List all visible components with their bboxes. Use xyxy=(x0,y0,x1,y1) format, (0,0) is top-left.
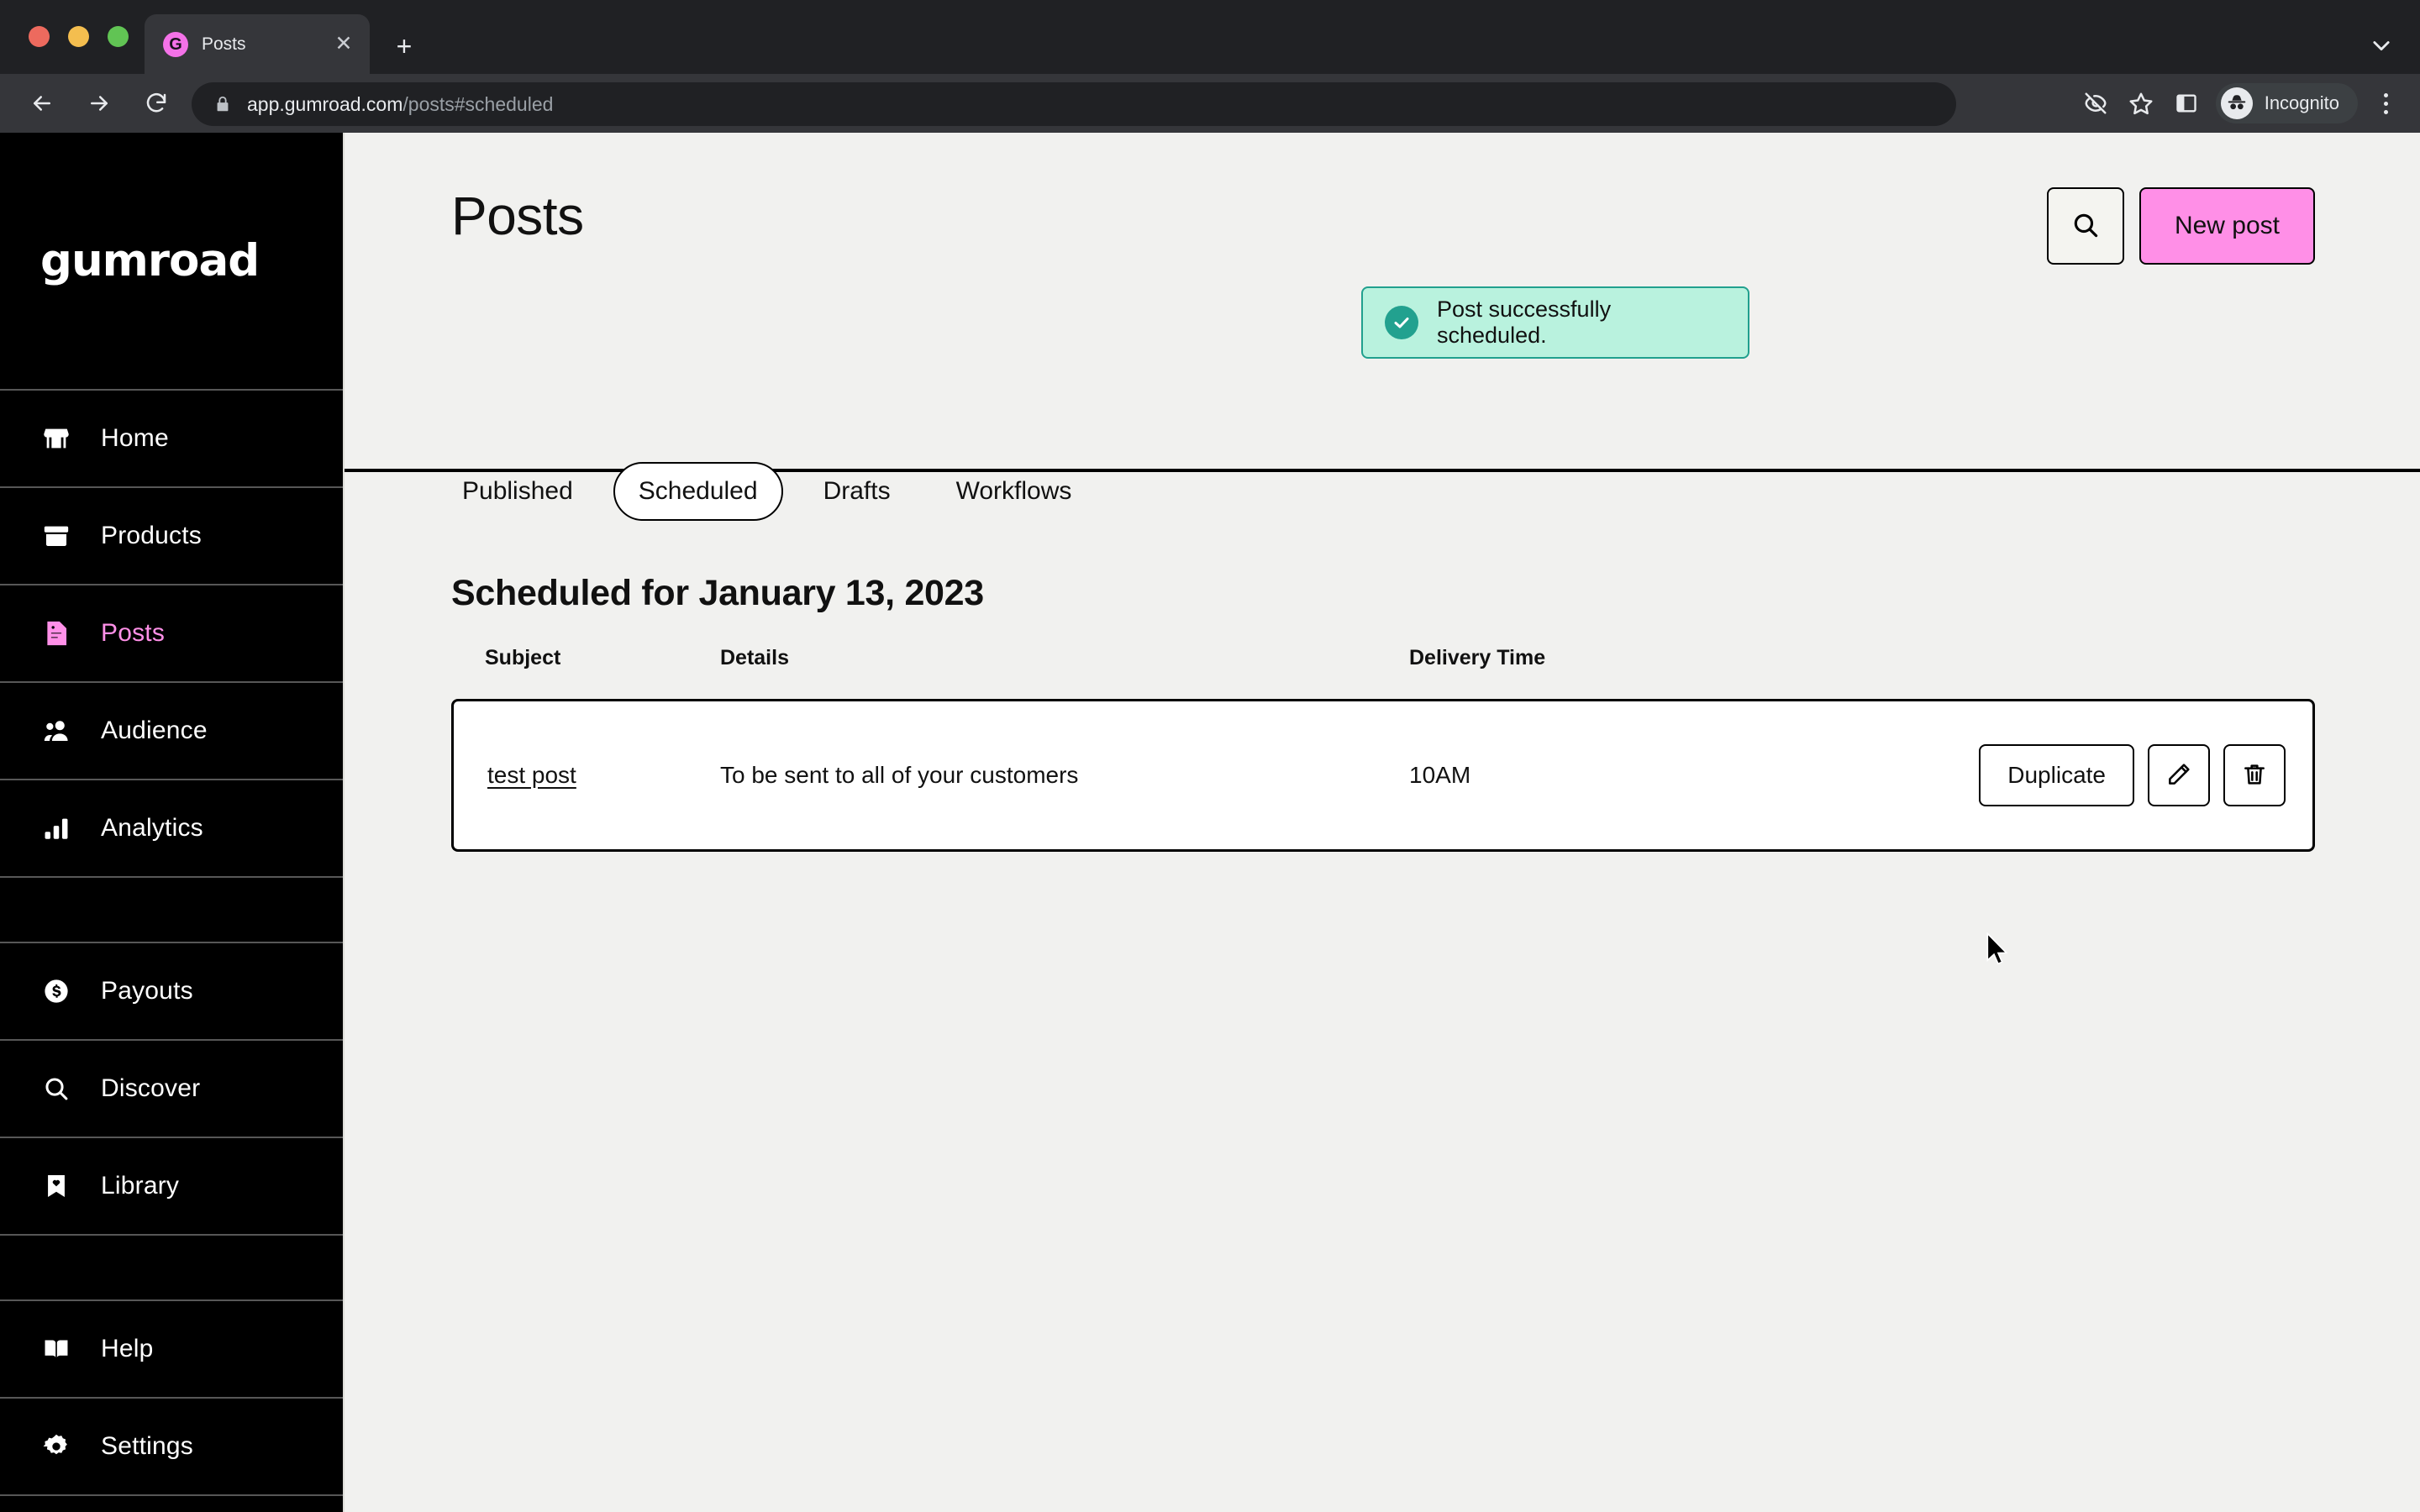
gumroad-wordmark: gumroad xyxy=(40,235,260,286)
sidebar-item-discover[interactable]: Discover xyxy=(0,1041,343,1138)
cell-delivery-time: 10AM xyxy=(1409,699,1762,852)
trash-icon xyxy=(2241,761,2268,790)
eye-off-icon[interactable] xyxy=(2075,82,2117,124)
cell-subject: test post xyxy=(451,699,720,852)
posts-table-wrapper: Subject Details Delivery Time test post … xyxy=(451,646,2315,852)
column-header-subject: Subject xyxy=(485,646,561,669)
sidebar-item-label: Products xyxy=(101,522,202,549)
row-actions: Duplicate xyxy=(1762,744,2286,806)
gumroad-favicon-icon: G xyxy=(163,31,188,57)
maximize-window-button[interactable] xyxy=(108,26,129,47)
page-body: gumroad Home Products Posts Audience Ana… xyxy=(0,133,2420,1512)
sidebar-item-analytics[interactable]: Analytics xyxy=(0,780,343,878)
column-header-actions xyxy=(1762,646,2315,699)
new-post-button[interactable]: New post xyxy=(2139,187,2315,265)
kebab-menu-icon[interactable] xyxy=(2366,82,2405,124)
minimize-window-button[interactable] xyxy=(68,26,89,47)
document-icon xyxy=(40,617,72,649)
sidebar-item-label: Posts xyxy=(101,619,166,647)
profile-label: Incognito xyxy=(2264,92,2339,113)
post-subject-link[interactable]: test post xyxy=(487,762,576,788)
edit-button[interactable] xyxy=(2148,744,2210,806)
browser-toolbar-right: Incognito xyxy=(2075,74,2405,133)
address-bar[interactable]: app.gumroad.com/posts#scheduled xyxy=(192,82,1956,126)
star-icon[interactable] xyxy=(2120,82,2162,124)
bar-chart-icon xyxy=(40,812,72,844)
book-icon xyxy=(40,1333,72,1365)
side-panel-icon[interactable] xyxy=(2165,82,2207,124)
dollar-coin-icon xyxy=(40,975,72,1007)
browser-tab-title: Posts xyxy=(202,34,246,54)
sidebar-item-posts[interactable]: Posts xyxy=(0,585,343,683)
toast-notification: Post successfully scheduled. xyxy=(1361,286,1749,359)
browser-tabstrip: G Posts ✕ + xyxy=(0,0,2420,74)
sidebar-divider-1 xyxy=(0,878,343,943)
sidebar-item-library[interactable]: Library xyxy=(0,1138,343,1236)
duplicate-button[interactable]: Duplicate xyxy=(1979,744,2134,806)
section-title: Scheduled for January 13, 2023 xyxy=(451,573,984,613)
chevron-down-icon[interactable] xyxy=(2363,27,2400,64)
sidebar-divider-2 xyxy=(0,1236,343,1301)
sidebar-item-label: Help xyxy=(101,1335,154,1362)
sidebar-item-label: Library xyxy=(101,1172,180,1200)
table-header-row: Subject Details Delivery Time xyxy=(451,646,2315,699)
sidebar-item-label: Home xyxy=(101,424,169,452)
search-icon xyxy=(2070,210,2101,243)
address-bar-host: app.gumroad.com xyxy=(247,92,403,115)
sidebar-item-products[interactable]: Products xyxy=(0,488,343,585)
sidebar-item-settings[interactable]: Settings xyxy=(0,1399,343,1496)
search-icon xyxy=(40,1073,72,1105)
header-actions: New post xyxy=(2046,187,2315,265)
sidebar-item-label: Payouts xyxy=(101,977,193,1005)
toast-message: Post successfully scheduled. xyxy=(1437,297,1612,348)
column-header-details: Details xyxy=(720,646,789,669)
sidebar-item-label: Settings xyxy=(101,1432,193,1460)
sidebar-item-label: Audience xyxy=(101,717,208,744)
address-bar-path: /posts#scheduled xyxy=(402,92,554,115)
back-arrow-icon[interactable] xyxy=(22,83,62,123)
incognito-icon xyxy=(2220,87,2253,119)
sidebar-item-help[interactable]: Help xyxy=(0,1301,343,1399)
browser-chrome: G Posts ✕ + app.gumroad.com/posts#schedu… xyxy=(0,0,2420,133)
people-icon xyxy=(40,715,72,747)
check-circle-icon xyxy=(1385,306,1418,339)
pencil-icon xyxy=(2165,761,2192,790)
scheduled-posts-section: Scheduled for January 13, 2023 Subject D… xyxy=(345,475,2420,1512)
box-icon xyxy=(40,520,72,552)
cell-details: To be sent to all of your customers xyxy=(720,699,1409,852)
forward-arrow-icon[interactable] xyxy=(79,83,119,123)
sidebar: gumroad Home Products Posts Audience Ana… xyxy=(0,133,345,1512)
close-window-button[interactable] xyxy=(29,26,50,47)
close-icon[interactable]: ✕ xyxy=(329,30,358,59)
cell-actions: Duplicate xyxy=(1762,699,2315,852)
window-traffic-lights xyxy=(29,26,129,47)
sidebar-item-home[interactable]: Home xyxy=(0,391,343,488)
sidebar-item-label: Discover xyxy=(101,1074,201,1102)
page-title: Posts xyxy=(451,186,584,246)
gear-icon xyxy=(40,1431,72,1462)
column-header-delivery-time: Delivery Time xyxy=(1409,646,1546,669)
sidebar-item-payouts[interactable]: Payouts xyxy=(0,943,343,1041)
posts-table-body: test post To be sent to all of your cust… xyxy=(451,699,2315,852)
main-content: Posts Post successfully scheduled. New p… xyxy=(345,133,2420,1512)
delete-button[interactable] xyxy=(2223,744,2286,806)
posts-table-head: Subject Details Delivery Time xyxy=(451,646,2315,699)
gumroad-logo[interactable]: gumroad xyxy=(0,133,343,391)
browser-toolbar: app.gumroad.com/posts#scheduled Incognit… xyxy=(0,74,2420,133)
sidebar-item-audience[interactable]: Audience xyxy=(0,683,343,780)
reload-icon[interactable] xyxy=(136,83,176,123)
page-header: Posts Post successfully scheduled. New p… xyxy=(345,133,2420,521)
profile-chip-incognito[interactable]: Incognito xyxy=(2215,83,2358,123)
bookmark-heart-icon xyxy=(40,1170,72,1202)
table-row[interactable]: test post To be sent to all of your cust… xyxy=(451,699,2315,852)
lock-icon xyxy=(213,95,232,113)
posts-table: Subject Details Delivery Time test post … xyxy=(451,646,2315,852)
address-bar-url: app.gumroad.com/posts#scheduled xyxy=(247,93,553,116)
sidebar-item-label: Analytics xyxy=(101,814,203,842)
browser-tab-posts[interactable]: G Posts ✕ xyxy=(145,14,370,74)
plus-icon[interactable]: + xyxy=(388,30,420,62)
search-button[interactable] xyxy=(2046,187,2124,265)
storefront-icon xyxy=(40,423,72,454)
